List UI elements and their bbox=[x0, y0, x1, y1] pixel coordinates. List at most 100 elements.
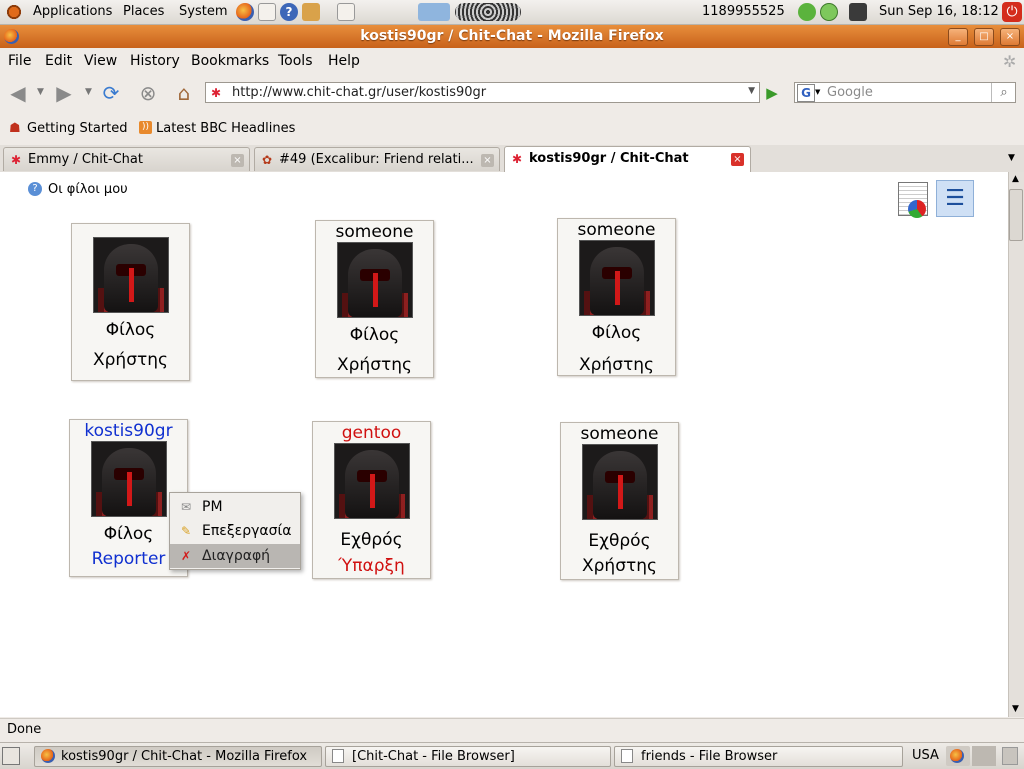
window-titlebar[interactable]: kostis90gr / Chit-Chat - Mozilla Firefox… bbox=[0, 25, 1024, 48]
pencil-icon: ✎ bbox=[180, 524, 192, 538]
minimize-button[interactable]: _ bbox=[948, 28, 968, 46]
friend-card[interactable]: someone Φίλος Χρήστης bbox=[315, 220, 434, 378]
taskbar-item-firefox[interactable]: kostis90gr / Chit-Chat - Mozilla Firefox bbox=[34, 746, 322, 767]
tab-close-icon[interactable]: × bbox=[731, 153, 744, 166]
url-bar[interactable]: ✱ http://www.chit-chat.gr/user/kostis90g… bbox=[205, 82, 760, 103]
card-username[interactable] bbox=[72, 225, 189, 237]
context-menu-item-pm[interactable]: ✉ PM bbox=[170, 495, 300, 519]
workspace-2[interactable] bbox=[972, 746, 996, 766]
card-relation: Εχθρός bbox=[588, 531, 651, 551]
friend-card[interactable]: someone Εχθρός Χρήστης bbox=[560, 422, 679, 580]
tab-close-icon[interactable]: × bbox=[481, 154, 494, 167]
system-monitor-icon bbox=[455, 3, 521, 21]
scrollbar-thumb[interactable] bbox=[1009, 189, 1023, 241]
card-username[interactable]: kostis90gr bbox=[70, 421, 187, 441]
friend-card[interactable]: Φίλος Χρήστης bbox=[71, 223, 190, 381]
list-view-icon[interactable]: ☰ bbox=[936, 180, 974, 217]
taskbar-label: kostis90gr / Chit-Chat - Mozilla Firefox bbox=[61, 749, 308, 764]
search-box[interactable]: G ▼ Google ⌕ bbox=[794, 82, 1016, 103]
card-relation: Φίλος bbox=[349, 325, 400, 345]
tab-kostis90gr[interactable]: ✱ kostis90gr / Chit-Chat × bbox=[504, 146, 751, 172]
status-text: Done bbox=[7, 722, 42, 737]
search-engine-dropdown-icon[interactable]: ▼ bbox=[815, 88, 820, 96]
rss-feed-icon: )) bbox=[139, 121, 152, 134]
update-icon[interactable] bbox=[798, 3, 816, 21]
bookmark-getting-started[interactable]: Getting Started bbox=[27, 121, 128, 136]
editor-launcher-icon[interactable] bbox=[337, 3, 355, 21]
status-bar: Done bbox=[0, 718, 1024, 741]
help-icon[interactable]: ? bbox=[28, 182, 42, 196]
bookmarks-toolbar: ☗ Getting Started )) Latest BBC Headline… bbox=[0, 116, 1024, 142]
trash-icon[interactable] bbox=[1002, 747, 1018, 765]
card-relation: Φίλος bbox=[105, 320, 156, 340]
menu-help[interactable]: Help bbox=[328, 53, 360, 69]
menu-tools[interactable]: Tools bbox=[278, 53, 313, 69]
menu-bookmarks[interactable]: Bookmarks bbox=[191, 53, 269, 69]
tab-close-icon[interactable]: × bbox=[231, 154, 244, 167]
card-username[interactable]: someone bbox=[561, 424, 678, 444]
taskbar-item-chitchat-browser[interactable]: [Chit-Chat - File Browser] bbox=[325, 746, 611, 767]
clock[interactable]: Sun Sep 16, 18:12 bbox=[879, 4, 999, 19]
home-icon[interactable]: ⌂ bbox=[172, 81, 196, 105]
help-icon[interactable]: ? bbox=[280, 3, 298, 21]
search-icon[interactable]: ⌕ bbox=[991, 83, 1016, 102]
context-menu-label: PM bbox=[202, 499, 223, 515]
card-role: Χρήστης bbox=[337, 355, 412, 375]
card-username[interactable]: someone bbox=[316, 222, 433, 242]
tab-bar: ✱ Emmy / Chit-Chat × ✿ #49 (Excalibur: F… bbox=[0, 145, 1024, 173]
vertical-scrollbar[interactable]: ▲ ▼ bbox=[1008, 172, 1024, 717]
reload-icon[interactable]: ⟳ bbox=[99, 81, 123, 105]
taskbar-label: [Chit-Chat - File Browser] bbox=[352, 749, 515, 764]
scroll-up-icon[interactable]: ▲ bbox=[1012, 174, 1019, 184]
keyboard-layout-indicator[interactable]: USA bbox=[912, 748, 939, 763]
fish-applet-icon[interactable] bbox=[418, 3, 450, 21]
menu-edit[interactable]: Edit bbox=[45, 53, 72, 69]
forward-history-dropdown-icon[interactable]: ▼ bbox=[85, 87, 92, 97]
scroll-down-icon[interactable]: ▼ bbox=[1012, 704, 1019, 714]
network-icon[interactable] bbox=[849, 3, 867, 21]
search-engine-icon[interactable]: G bbox=[797, 84, 815, 102]
context-menu-item-edit[interactable]: ✎ Επεξεργασία bbox=[170, 519, 300, 543]
places-menu[interactable]: Places bbox=[123, 4, 164, 19]
url-dropdown-icon[interactable]: ▼ bbox=[748, 86, 755, 96]
mail-launcher-icon[interactable] bbox=[258, 3, 276, 21]
folder-launcher-icon[interactable] bbox=[302, 3, 320, 21]
search-placeholder[interactable]: Google bbox=[827, 85, 873, 100]
close-button[interactable]: × bbox=[1000, 28, 1020, 46]
bookmark-bbc-headlines[interactable]: Latest BBC Headlines bbox=[156, 121, 295, 136]
forward-icon[interactable]: ▶ bbox=[52, 81, 76, 105]
back-icon[interactable]: ◀ bbox=[6, 81, 30, 105]
go-icon[interactable]: ▶ bbox=[763, 84, 781, 102]
section-title: Οι φίλοι μου bbox=[48, 182, 128, 197]
taskbar-item-friends-browser[interactable]: friends - File Browser bbox=[614, 746, 903, 767]
card-username[interactable]: someone bbox=[558, 220, 675, 240]
messenger-status-icon[interactable] bbox=[820, 3, 838, 21]
card-username[interactable]: gentoo bbox=[313, 423, 430, 443]
firefox-icon bbox=[41, 749, 55, 763]
friend-card[interactable]: someone Φίλος Χρήστης bbox=[557, 218, 676, 376]
friend-card[interactable]: gentoo Εχθρός Ύπαρξη bbox=[312, 421, 431, 579]
firefox-launcher-icon[interactable] bbox=[236, 3, 254, 21]
tab-list-dropdown-icon[interactable]: ▼ bbox=[1008, 153, 1015, 163]
workspace-1[interactable] bbox=[946, 746, 970, 766]
tab-emmy[interactable]: ✱ Emmy / Chit-Chat × bbox=[3, 147, 250, 171]
avatar bbox=[333, 443, 410, 519]
avatar bbox=[92, 237, 169, 313]
ubuntu-logo-icon[interactable] bbox=[5, 3, 23, 21]
back-history-dropdown-icon[interactable]: ▼ bbox=[37, 87, 44, 97]
getting-started-icon: ☗ bbox=[9, 121, 21, 136]
menu-view[interactable]: View bbox=[84, 53, 117, 69]
context-menu-item-delete[interactable]: ✗ Διαγραφή bbox=[170, 544, 300, 568]
power-icon[interactable]: ⏻ bbox=[1002, 2, 1022, 22]
tab-excalibur[interactable]: ✿ #49 (Excalibur: Friend relati... × bbox=[254, 147, 500, 171]
stop-icon[interactable]: ⊗ bbox=[136, 81, 160, 105]
system-menu[interactable]: System bbox=[179, 4, 227, 19]
menu-file[interactable]: File bbox=[8, 53, 31, 69]
maximize-button[interactable]: □ bbox=[974, 28, 994, 46]
file-browser-icon bbox=[332, 749, 344, 763]
tab-favicon-icon: ✱ bbox=[512, 152, 523, 166]
applications-menu[interactable]: Applications bbox=[33, 4, 112, 19]
menu-history[interactable]: History bbox=[130, 53, 180, 69]
show-desktop-icon[interactable] bbox=[2, 747, 20, 765]
url-text[interactable]: http://www.chit-chat.gr/user/kostis90gr bbox=[232, 85, 486, 100]
